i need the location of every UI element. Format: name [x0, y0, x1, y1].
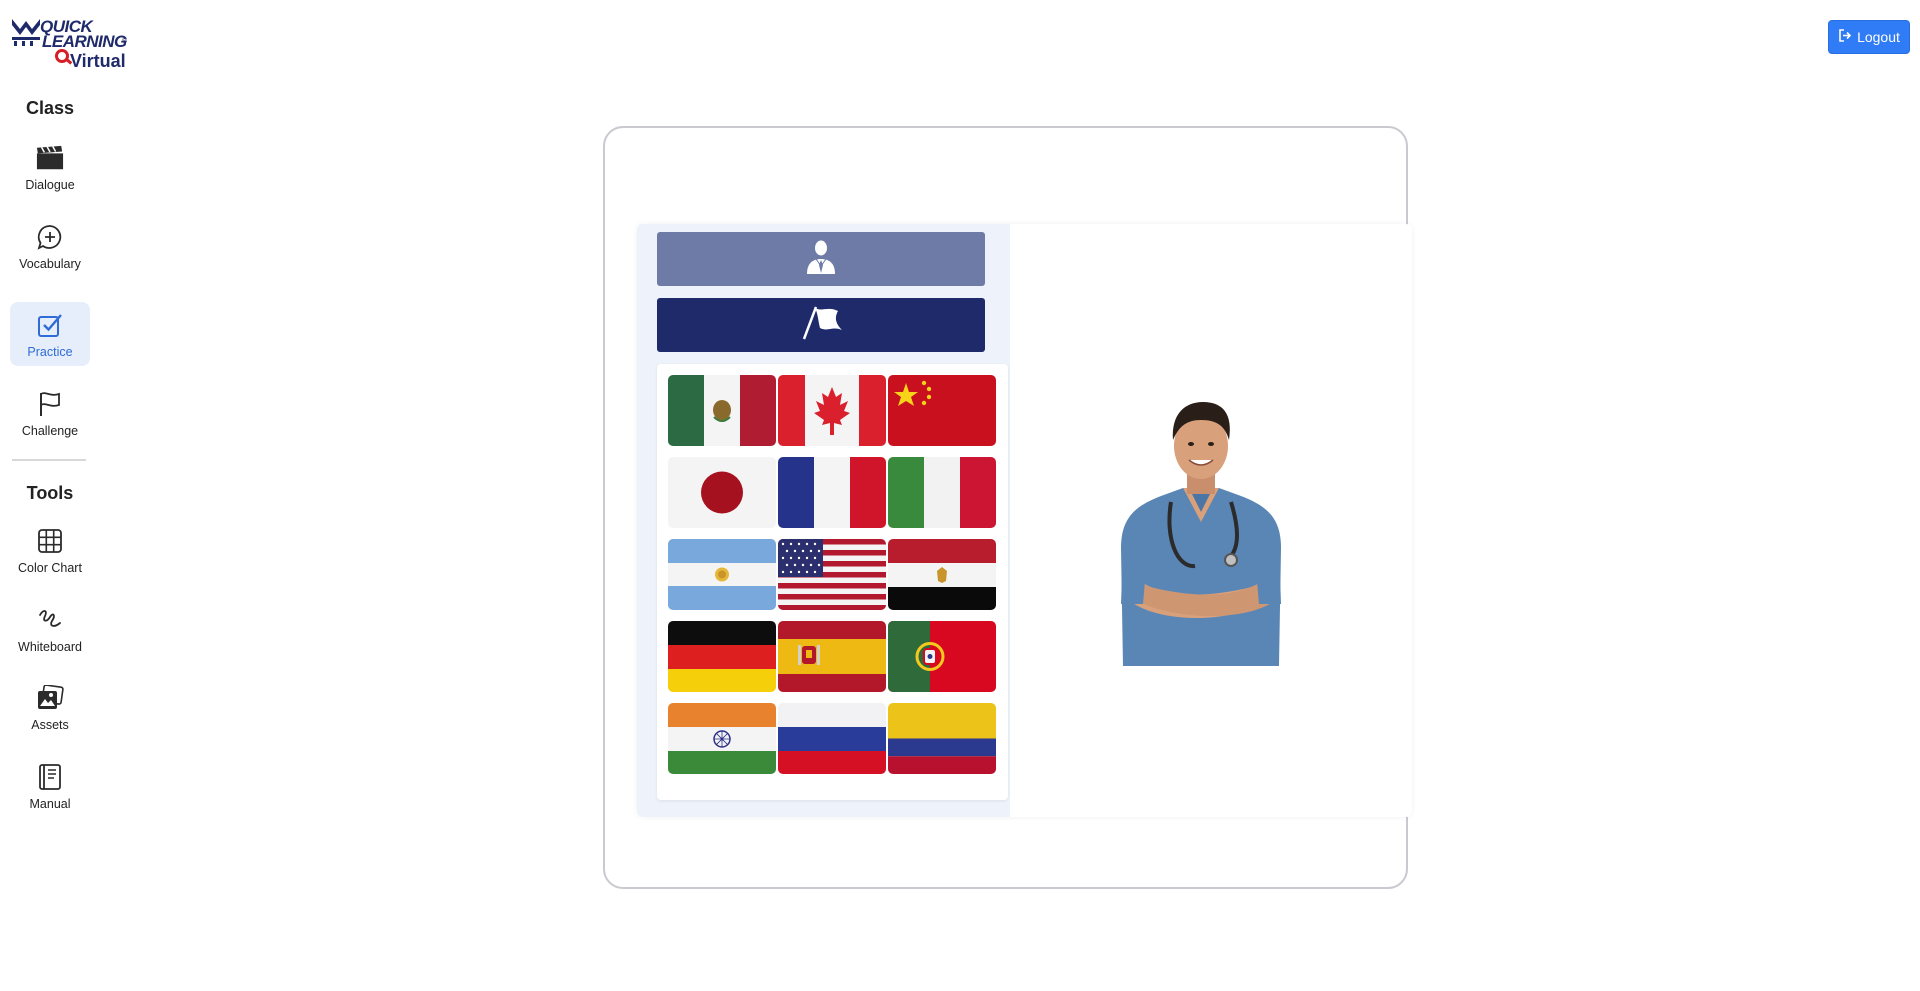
flag-japan[interactable]	[668, 457, 776, 528]
nav-whiteboard[interactable]: Whiteboard	[10, 597, 90, 661]
flag-china[interactable]	[888, 375, 996, 446]
flag-france[interactable]	[778, 457, 886, 528]
flag-spain[interactable]	[778, 621, 886, 692]
checkbox-icon	[36, 311, 64, 339]
flag-italy[interactable]	[888, 457, 996, 528]
flag-icon	[36, 390, 64, 418]
flag-grid	[668, 375, 996, 774]
nav-practice[interactable]: Practice	[10, 302, 90, 366]
waving-flag-icon	[798, 304, 844, 347]
nav-color-chart-label: Color Chart	[18, 561, 82, 575]
flag-egypt[interactable]	[888, 539, 996, 610]
images-icon	[36, 684, 64, 712]
nav-dialogue[interactable]: Dialogue	[10, 135, 90, 199]
nav-manual[interactable]: Manual	[10, 754, 90, 818]
practice-controls	[637, 224, 1010, 817]
logout-button[interactable]: Logout	[1828, 20, 1910, 54]
sidebar-divider	[12, 459, 86, 461]
nav-vocabulary-label: Vocabulary	[19, 257, 81, 271]
flag-india[interactable]	[668, 703, 776, 774]
practice-panel	[637, 224, 1412, 817]
nav-practice-label: Practice	[27, 345, 73, 359]
role-button[interactable]	[657, 232, 985, 286]
grid-icon	[36, 527, 64, 555]
flag-mexico[interactable]	[668, 375, 776, 446]
clapperboard-icon	[36, 144, 64, 172]
class-section-title: Class	[25, 98, 75, 118]
nav-assets[interactable]: Assets	[10, 675, 90, 739]
flag-argentina[interactable]	[668, 539, 776, 610]
flag-colombia[interactable]	[888, 703, 996, 774]
flag-selector	[657, 364, 1008, 800]
practice-card	[603, 126, 1412, 889]
flag-germany[interactable]	[668, 621, 776, 692]
nav-assets-label: Assets	[31, 718, 69, 732]
nav-challenge-label: Challenge	[21, 424, 79, 438]
nav-color-chart[interactable]: Color Chart	[10, 518, 90, 582]
flag-portugal[interactable]	[888, 621, 996, 692]
flag-united-states[interactable]	[778, 539, 886, 610]
flag-canada[interactable]	[778, 375, 886, 446]
sidebar: Class Dialogue Vocabulary Practice Chall…	[0, 0, 100, 991]
logout-icon	[1838, 29, 1852, 45]
language-flag-button[interactable]	[657, 298, 985, 352]
nav-challenge[interactable]: Challenge	[10, 381, 90, 445]
nav-dialogue-label: Dialogue	[25, 178, 75, 192]
tools-section-title: Tools	[26, 483, 74, 503]
nav-vocabulary[interactable]: Vocabulary	[10, 214, 90, 278]
nav-whiteboard-label: Whiteboard	[18, 640, 82, 654]
flag-russia[interactable]	[778, 703, 886, 774]
doctor-illustration	[1113, 398, 1289, 666]
logo-registered-mark: ®	[122, 38, 128, 45]
chat-plus-icon	[36, 223, 64, 251]
logout-label: Logout	[1857, 29, 1900, 45]
person-icon	[804, 239, 838, 280]
scribble-icon	[36, 606, 64, 634]
nav-manual-label: Manual	[29, 797, 71, 811]
notebook-icon	[36, 763, 64, 791]
